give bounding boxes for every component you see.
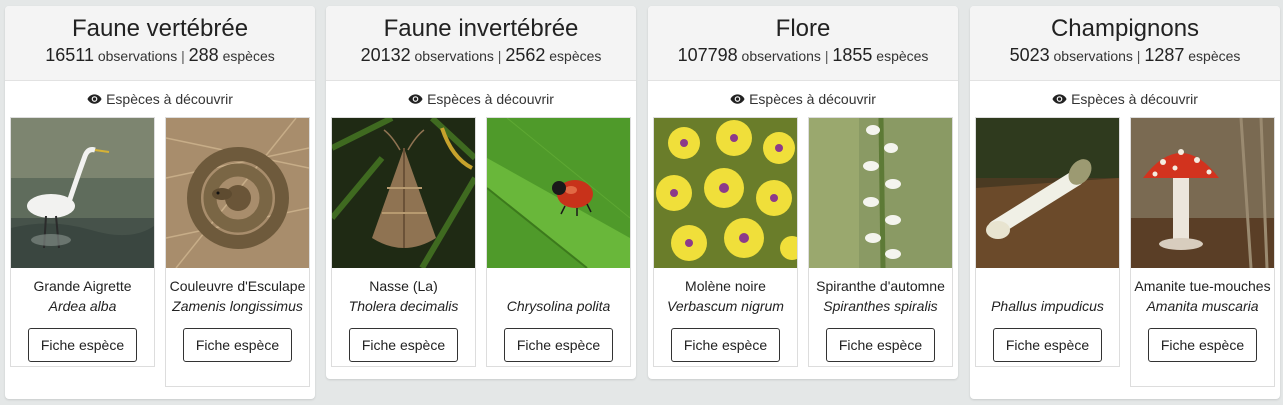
group-title[interactable]: Faune vertébrée bbox=[5, 6, 315, 43]
species-common-name bbox=[487, 276, 630, 296]
species-card: Grande Aigrette Ardea alba Fiche espèce bbox=[10, 117, 155, 367]
species-common-name: Spiranthe d'automne bbox=[816, 278, 945, 294]
discover-heading: Espèces à découvrir bbox=[326, 90, 636, 108]
panel-header: Faune vertébrée 16511 observations | 288… bbox=[5, 6, 315, 81]
species-cards: Molène noire Verbascum nigrum Fiche espè… bbox=[648, 108, 958, 405]
group-panel-flore: Flore 107798 observations | 1855 espèces… bbox=[648, 6, 958, 379]
species-card: Spiranthe d'automne Spiranthes spiralis … bbox=[808, 117, 953, 367]
great-egret-photo[interactable] bbox=[11, 118, 154, 268]
species-scientific-name: Spiranthes spiralis bbox=[823, 298, 938, 314]
panel-header: Flore 107798 observations | 1855 espèces bbox=[648, 6, 958, 81]
orchid-photo[interactable] bbox=[809, 118, 952, 268]
species-scientific-name: Zamenis longissimus bbox=[172, 298, 303, 314]
stats-separator: | bbox=[181, 48, 185, 64]
eye-icon bbox=[408, 93, 423, 105]
species-cards: Nasse (La) Tholera decimalis Fiche espèc… bbox=[326, 108, 636, 405]
species-card: Couleuvre d'Esculape Zamenis longissimus… bbox=[165, 117, 310, 387]
eye-icon bbox=[87, 93, 102, 105]
group-panel-faune-vertebree: Faune vertébrée 16511 observations | 288… bbox=[5, 6, 315, 399]
species-label: espèces bbox=[1188, 48, 1241, 64]
stats-separator: | bbox=[497, 48, 502, 64]
species-sheet-button[interactable]: Fiche espèce bbox=[825, 328, 936, 362]
species-cards: Grande Aigrette Ardea alba Fiche espèce … bbox=[5, 108, 315, 405]
group-stats: 5023 observations | 1287 espèces bbox=[970, 44, 1280, 67]
observations-label: observations bbox=[97, 48, 178, 64]
species-label: espèces bbox=[222, 48, 275, 64]
stats-separator: | bbox=[824, 48, 829, 64]
species-common-name: Grande Aigrette bbox=[33, 278, 132, 294]
species-scientific-name: Ardea alba bbox=[48, 298, 117, 314]
species-common-name: Amanite tue-mouches bbox=[1134, 278, 1271, 294]
stats-separator: | bbox=[1136, 48, 1141, 64]
species-sheet-button[interactable]: Fiche espèce bbox=[992, 328, 1103, 362]
species-count: 1855 bbox=[832, 45, 873, 65]
group-stats: 16511 observations | 288 espèces bbox=[5, 44, 315, 67]
group-title[interactable]: Flore bbox=[648, 6, 958, 43]
species-sheet-button[interactable]: Fiche espèce bbox=[27, 328, 138, 362]
observations-label: observations bbox=[1053, 48, 1133, 64]
group-panel-champignons: Champignons 5023 observations | 1287 esp… bbox=[970, 6, 1280, 399]
group-stats: 20132 observations | 2562 espèces bbox=[326, 44, 636, 67]
observations-count: 5023 bbox=[1009, 45, 1050, 65]
species-common-name: Couleuvre d'Esculape bbox=[169, 278, 306, 294]
observations-label: observations bbox=[414, 48, 494, 64]
aesculapian-snake-photo[interactable] bbox=[166, 118, 309, 268]
species-common-name: Nasse (La) bbox=[369, 278, 438, 294]
discover-label: Espèces à découvrir bbox=[749, 91, 876, 107]
group-stats: 107798 observations | 1855 espèces bbox=[648, 44, 958, 67]
group-panel-faune-invertebree: Faune invertébrée 20132 observations | 2… bbox=[326, 6, 636, 379]
group-title[interactable]: Faune invertébrée bbox=[326, 6, 636, 43]
observations-count: 20132 bbox=[360, 45, 411, 65]
observations-label: observations bbox=[741, 48, 821, 64]
observations-count: 16511 bbox=[45, 45, 94, 65]
species-card: Nasse (La) Tholera decimalis Fiche espèc… bbox=[331, 117, 476, 367]
species-count: 288 bbox=[188, 45, 219, 65]
panel-header: Champignons 5023 observations | 1287 esp… bbox=[970, 6, 1280, 81]
eye-icon bbox=[730, 93, 745, 105]
species-count: 2562 bbox=[505, 45, 546, 65]
species-sheet-button[interactable]: Fiche espèce bbox=[503, 328, 614, 362]
species-card: Amanite tue-mouches Amanita muscaria Fic… bbox=[1130, 117, 1275, 387]
eye-icon bbox=[1052, 93, 1067, 105]
species-sheet-button[interactable]: Fiche espèce bbox=[182, 328, 293, 362]
mullein-photo[interactable] bbox=[654, 118, 797, 268]
species-count: 1287 bbox=[1144, 45, 1185, 65]
panel-header: Faune invertébrée 20132 observations | 2… bbox=[326, 6, 636, 81]
species-sheet-button[interactable]: Fiche espèce bbox=[348, 328, 459, 362]
moth-photo[interactable] bbox=[332, 118, 475, 268]
discover-heading: Espèces à découvrir bbox=[648, 90, 958, 108]
discover-heading: Espèces à découvrir bbox=[5, 90, 315, 108]
species-card: Chrysolina polita Fiche espèce bbox=[486, 117, 631, 367]
discover-label: Espèces à découvrir bbox=[106, 91, 233, 107]
species-scientific-name: Phallus impudicus bbox=[991, 298, 1104, 314]
species-scientific-name: Amanita muscaria bbox=[1146, 298, 1259, 314]
discover-label: Espèces à découvrir bbox=[427, 91, 554, 107]
observations-count: 107798 bbox=[677, 45, 738, 65]
species-card: Molène noire Verbascum nigrum Fiche espè… bbox=[653, 117, 798, 367]
species-sheet-button[interactable]: Fiche espèce bbox=[670, 328, 781, 362]
group-title[interactable]: Champignons bbox=[970, 6, 1280, 43]
discover-heading: Espèces à découvrir bbox=[970, 90, 1280, 108]
species-sheet-button[interactable]: Fiche espèce bbox=[1147, 328, 1258, 362]
leaf-beetle-photo[interactable] bbox=[487, 118, 630, 268]
species-common-name bbox=[976, 276, 1119, 296]
species-scientific-name: Chrysolina polita bbox=[506, 298, 611, 314]
discover-label: Espèces à découvrir bbox=[1071, 91, 1198, 107]
species-common-name: Molène noire bbox=[685, 278, 766, 294]
species-scientific-name: Tholera decimalis bbox=[348, 298, 459, 314]
species-scientific-name: Verbascum nigrum bbox=[667, 298, 784, 314]
species-cards: Phallus impudicus Fiche espèce Amanite t… bbox=[970, 108, 1280, 405]
species-card: Phallus impudicus Fiche espèce bbox=[975, 117, 1120, 367]
fly-agaric-photo[interactable] bbox=[1131, 118, 1274, 268]
species-label: espèces bbox=[876, 48, 929, 64]
stinkhorn-photo[interactable] bbox=[976, 118, 1119, 268]
species-label: espèces bbox=[549, 48, 602, 64]
